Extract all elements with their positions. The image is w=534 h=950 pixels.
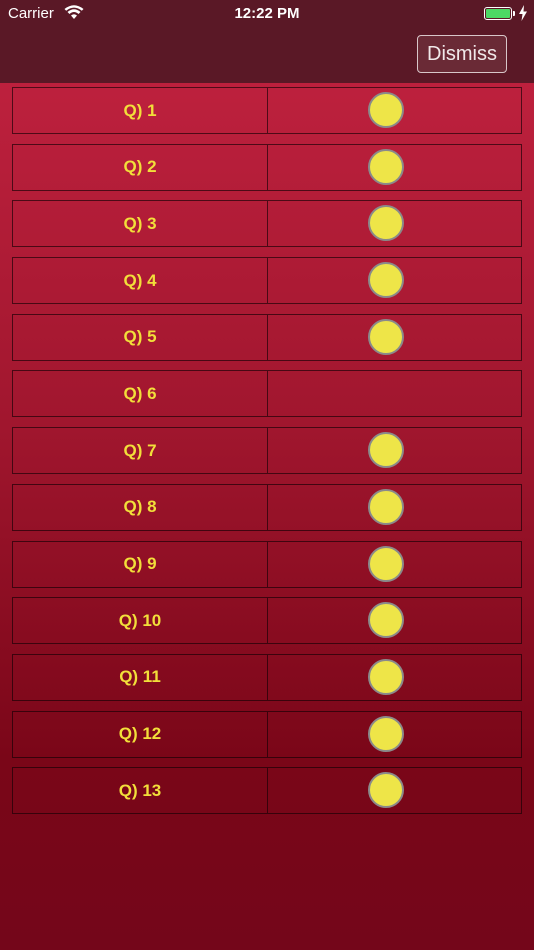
answered-indicator-icon [368,205,404,242]
answer-cell[interactable] [268,598,521,643]
answer-cell[interactable] [268,428,521,473]
answer-cell[interactable] [268,145,521,190]
question-row[interactable]: Q) 2 [12,143,522,191]
question-row[interactable]: Q) 11 [12,653,522,701]
question-row[interactable]: Q) 1 [12,87,522,134]
status-bar: Carrier 12:22 PM [0,0,534,28]
question-label: Q) 1 [13,88,268,133]
dismiss-button[interactable]: Dismiss [417,35,507,73]
answer-cell[interactable] [268,315,521,360]
question-label: Q) 5 [13,314,268,360]
battery-tip [513,11,515,16]
question-row[interactable]: Q) 9 [12,540,522,588]
answer-cell[interactable] [268,88,521,133]
answered-indicator-icon [368,772,404,809]
answer-cell[interactable] [268,712,521,757]
question-label: Q) 2 [13,144,268,190]
question-label: Q) 10 [13,598,268,644]
question-label: Q) 12 [13,711,268,757]
question-label: Q) 4 [13,258,268,304]
question-row[interactable]: Q) 7 [12,427,522,475]
question-label: Q) 11 [13,654,268,700]
question-row[interactable]: Q) 3 [12,200,522,248]
answered-indicator-icon [368,432,404,469]
answered-indicator-icon [368,318,404,355]
question-label: Q) 13 [13,768,268,814]
navigation-bar: Carrier 12:22 PM Dismiss [0,0,534,83]
question-label: Q) 9 [13,541,268,587]
answer-cell[interactable] [268,485,521,530]
answer-cell[interactable] [268,201,521,246]
question-row[interactable]: Q) 12 [12,710,522,758]
charging-bolt-icon [519,5,527,21]
question-label: Q) 8 [13,484,268,530]
question-row[interactable]: Q) 13 [12,767,522,815]
answered-indicator-icon [368,658,404,695]
answer-cell[interactable] [268,371,521,416]
answered-indicator-icon [368,602,404,639]
answer-cell[interactable] [268,655,521,700]
answered-indicator-icon [368,488,404,525]
battery-icon [484,7,512,20]
answered-indicator-icon [368,92,404,128]
question-label: Q) 6 [13,371,268,417]
question-row[interactable]: Q) 8 [12,483,522,531]
question-label: Q) 7 [13,428,268,474]
answer-cell[interactable] [268,768,521,813]
question-label: Q) 3 [13,201,268,247]
question-list: Q) 1 Q) 2 Q) 3 Q) 4 Q) 5 Q) 6 Q) 7 Q) 8 Q) 9 Q) 1… [12,87,522,824]
clock: 12:22 PM [234,5,300,22]
answered-indicator-icon [368,715,404,752]
question-row[interactable]: Q) 10 [12,597,522,645]
answer-cell[interactable] [268,542,521,587]
answered-indicator-icon [368,148,404,185]
answered-indicator-icon [368,545,404,582]
question-row[interactable]: Q) 4 [12,257,522,305]
answered-indicator-icon [368,262,404,299]
question-row[interactable]: Q) 6 [12,370,522,418]
question-row[interactable]: Q) 5 [12,313,522,361]
answer-cell[interactable] [268,258,521,303]
